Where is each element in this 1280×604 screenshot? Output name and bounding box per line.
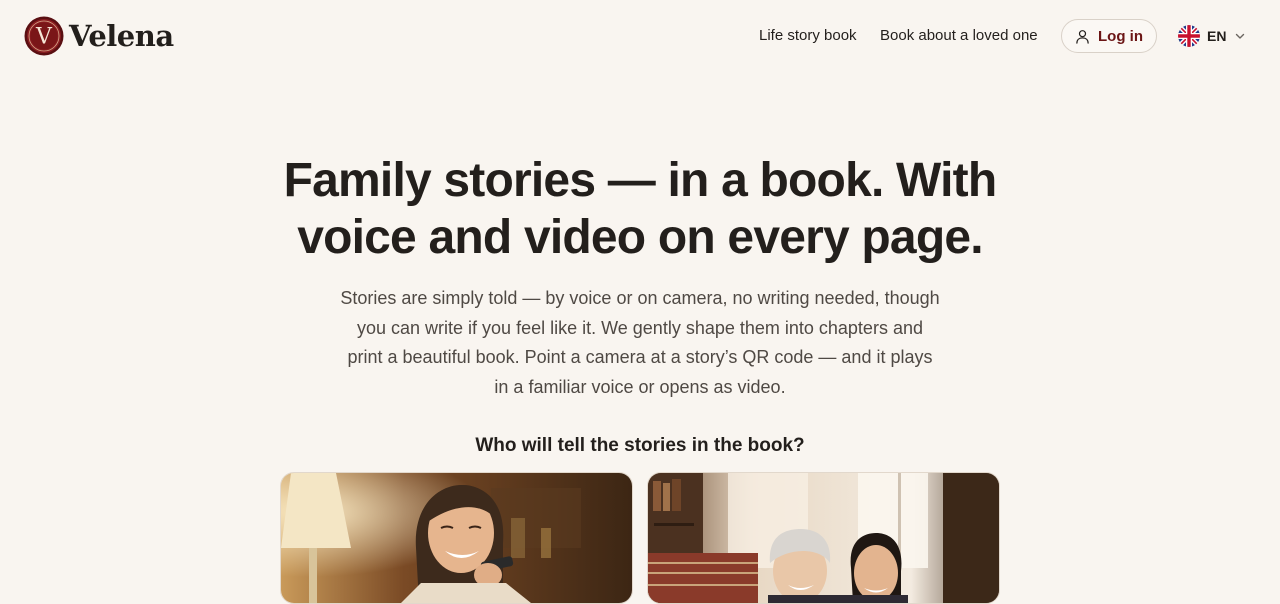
chevron-down-icon [1236, 33, 1245, 39]
language-selector[interactable]: EN [1178, 24, 1246, 48]
woman-recording-voice-photo [281, 473, 632, 603]
login-button[interactable]: Log in [1061, 19, 1157, 53]
storyteller-question: Who will tell the stories in the book? [475, 435, 805, 456]
logo-monogram-letter: V [35, 25, 53, 50]
brand-name: Velena [69, 19, 174, 53]
storyteller-card-loved-one[interactable] [647, 472, 1000, 604]
storyteller-card-self[interactable] [280, 472, 633, 604]
login-label: Log in [1098, 27, 1143, 45]
nav-life-story-book[interactable]: Life story book [759, 26, 857, 46]
user-icon [1076, 29, 1089, 44]
nav-book-about-loved-one[interactable]: Book about a loved one [880, 26, 1038, 46]
hero-title: Family stories — in a book. With voice a… [283, 154, 998, 264]
grandmother-and-daughter-photo [648, 473, 999, 603]
uk-flag-icon [1178, 25, 1200, 47]
hero-subtitle: Stories are simply told — by voice or on… [340, 288, 940, 397]
site-header: V Velena Life story book Book about a lo… [0, 0, 1280, 72]
logo[interactable]: V Velena [24, 16, 174, 56]
language-code: EN [1207, 28, 1227, 44]
velena-monogram-icon: V [24, 16, 64, 56]
